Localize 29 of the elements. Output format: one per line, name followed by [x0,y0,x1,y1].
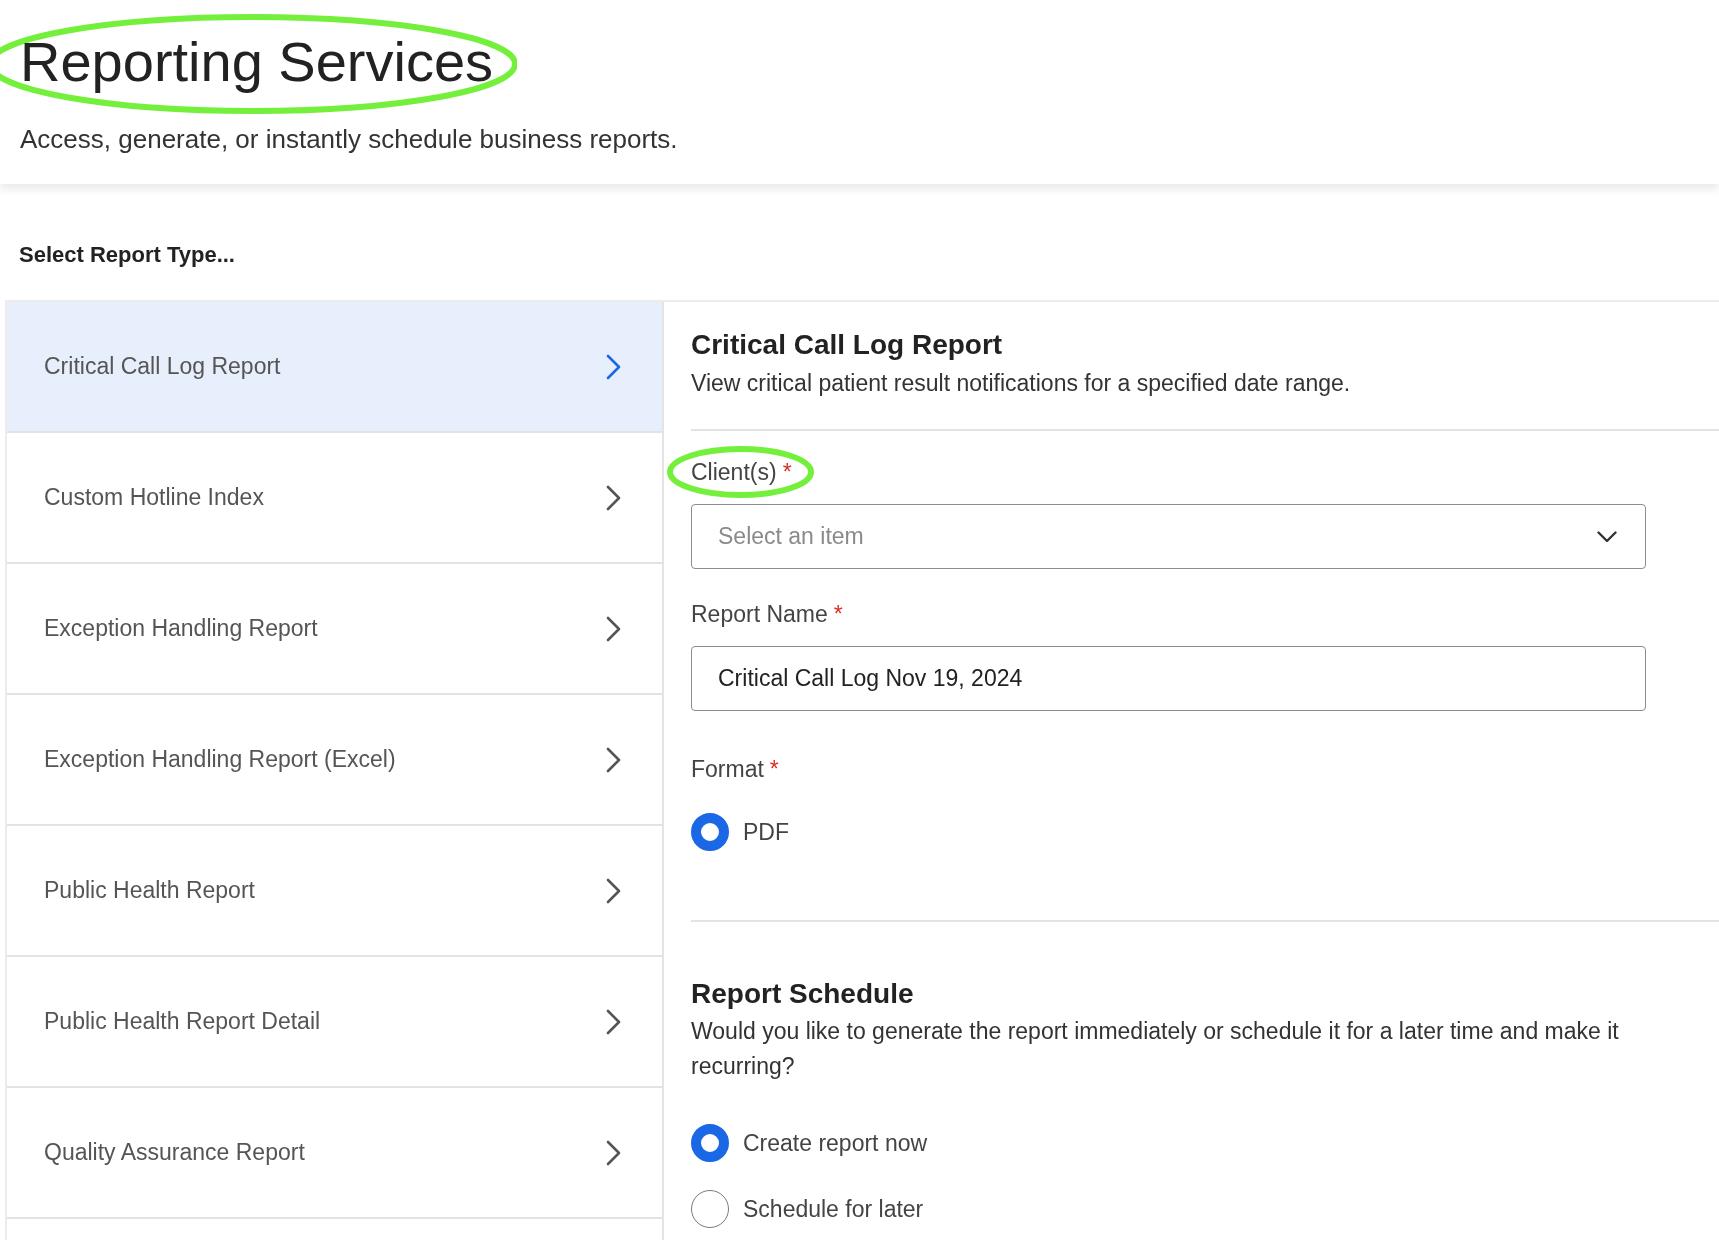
radio-label[interactable]: Schedule for later [743,1196,924,1222]
chevron-right-icon [606,1008,622,1035]
chevron-right-icon [606,353,622,380]
radio-button[interactable] [691,1124,729,1162]
field-label: Client(s) [691,459,777,485]
radio-label[interactable]: PDF [743,819,789,845]
field-label: Format [691,756,764,782]
radio-label[interactable]: Create report now [743,1130,928,1156]
radio-button[interactable] [691,813,729,851]
chevron-right-icon [606,1139,622,1166]
required-asterisk: * [769,756,779,782]
chevron-right-icon [606,484,622,511]
report-title: Critical Call Log Report [691,329,1004,361]
field-label: Report Name [691,601,828,627]
chevron-right-icon [606,746,622,773]
report-name-input[interactable]: Critical Call Log Nov 19, 2024 [691,646,1646,711]
radio-button[interactable] [691,1190,729,1228]
report-type-item[interactable]: Critical Call Log Report [7,302,662,433]
section-heading: Select Report Type... [19,243,236,267]
page-title: Reporting Services [20,32,494,92]
page-subtitle: Access, generate, or instantly schedule business reports. [20,124,679,154]
chevron-right-icon [606,877,622,904]
schedule-description: Would you like to generate the report immediately or schedule it for a later time and make it recurring? [691,1017,1620,1081]
chevron-down-icon [1597,530,1617,543]
required-asterisk: * [782,459,792,485]
report-description: View critical patient result notifications for a specified date range. [691,370,1352,396]
chevron-right-icon [606,615,622,642]
schedule-title: Report Schedule [691,978,915,1010]
required-asterisk: * [833,601,843,627]
